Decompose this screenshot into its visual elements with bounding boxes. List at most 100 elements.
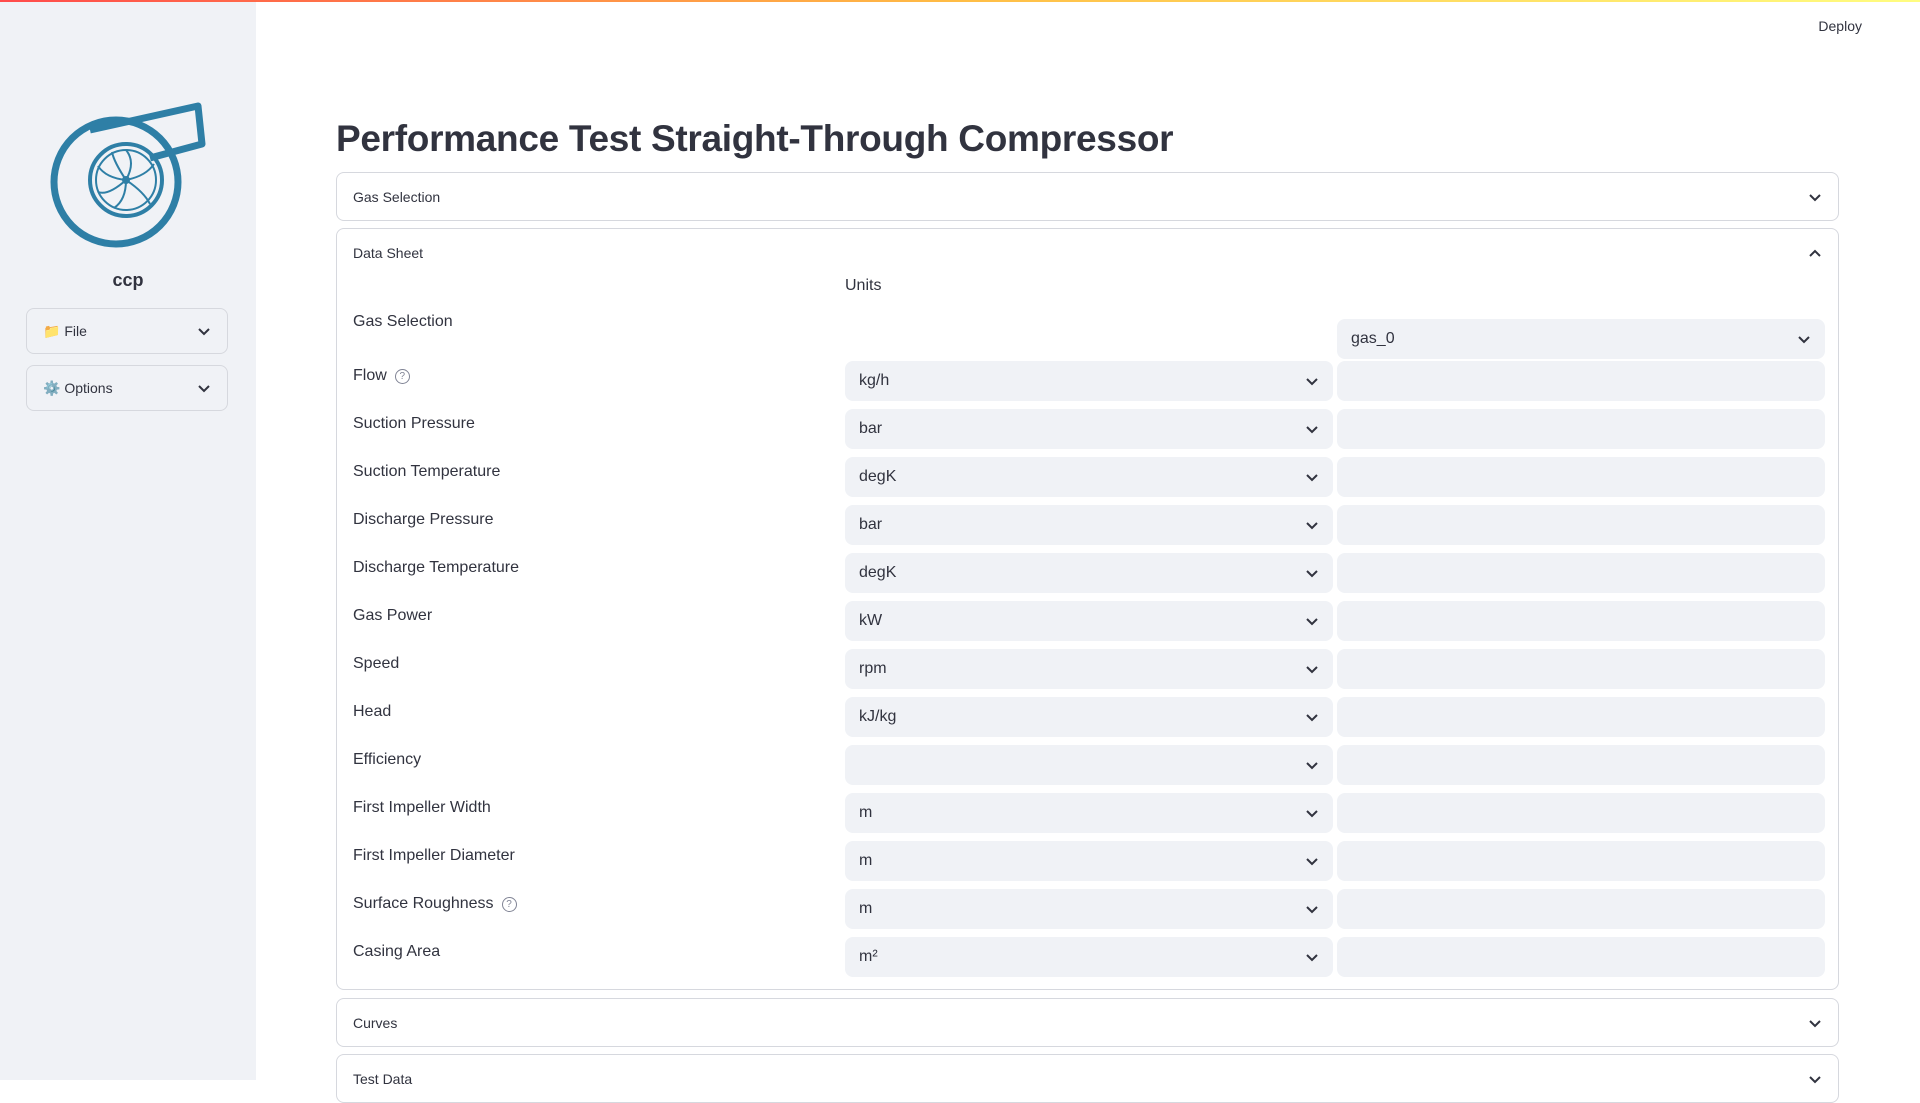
row-label-text: Suction Temperature xyxy=(353,463,501,480)
unit-select[interactable]: m xyxy=(845,889,1333,929)
data-sheet-row: First Impeller Diameter m xyxy=(337,841,1840,883)
value-input[interactable] xyxy=(1337,889,1825,929)
unit-select[interactable]: degK xyxy=(845,457,1333,497)
chevron-down-icon xyxy=(1306,666,1318,674)
row-label: First Impeller Diameter xyxy=(353,847,515,865)
select-value: gas_0 xyxy=(1351,330,1395,347)
sidebar-options-expander[interactable]: ⚙️ Options xyxy=(26,365,228,411)
chevron-down-icon xyxy=(1306,714,1318,722)
row-label: Efficiency xyxy=(353,751,421,769)
value-input[interactable] xyxy=(1337,745,1825,785)
select-value: m xyxy=(859,900,873,917)
value-input[interactable] xyxy=(1337,361,1825,401)
help-icon[interactable]: ? xyxy=(394,368,410,384)
value-input[interactable] xyxy=(1337,601,1825,641)
chevron-down-icon xyxy=(1306,858,1318,866)
chevron-down-icon xyxy=(198,385,210,393)
row-label: Head xyxy=(353,703,391,721)
value-input[interactable] xyxy=(1337,409,1825,449)
unit-select[interactable]: kg/h xyxy=(845,361,1333,401)
unit-select[interactable]: bar xyxy=(845,505,1333,545)
curves-expander: Curves xyxy=(336,998,1839,1047)
app-name: ccp xyxy=(112,270,144,290)
test-data-expander-header[interactable]: Test Data xyxy=(337,1055,1838,1102)
sidebar-file-expander[interactable]: 📁 File xyxy=(26,308,228,354)
chevron-down-icon xyxy=(1306,954,1318,962)
row-label: Discharge Temperature xyxy=(353,559,519,577)
chevron-down-icon xyxy=(1306,474,1318,482)
chevron-down-icon xyxy=(1809,193,1821,201)
data-sheet-row: Suction Pressure bar xyxy=(337,409,1840,451)
unit-select[interactable]: rpm xyxy=(845,649,1333,689)
chevron-down-icon xyxy=(1306,762,1318,770)
data-sheet-row: Discharge Pressure bar xyxy=(337,505,1840,547)
curves-expander-header[interactable]: Curves xyxy=(337,999,1838,1046)
row-label: Casing Area xyxy=(353,943,440,961)
gas-selection-row: Gas Selection gas_0 xyxy=(337,313,1840,359)
row-label-text: First Impeller Diameter xyxy=(353,847,515,864)
chevron-up-icon xyxy=(1809,249,1821,257)
data-sheet-row: Discharge Temperature degK xyxy=(337,553,1840,595)
unit-select[interactable]: degK xyxy=(845,553,1333,593)
data-sheet-expander-header[interactable]: Data Sheet xyxy=(337,229,1838,277)
value-input[interactable] xyxy=(1337,697,1825,737)
value-input[interactable] xyxy=(1337,505,1825,545)
unit-select[interactable]: m xyxy=(845,793,1333,833)
sidebar: ccp 📁 File ⚙️ Options xyxy=(0,0,256,1080)
select-value: bar xyxy=(859,420,883,437)
value-input[interactable] xyxy=(1337,937,1825,977)
row-label-text: Discharge Temperature xyxy=(353,559,520,576)
row-label: Gas Power xyxy=(353,607,432,625)
row-label: Suction Temperature xyxy=(353,463,500,481)
data-sheet-row: Gas Power kW xyxy=(337,601,1840,643)
select-value: degK xyxy=(859,468,897,485)
gas-selection-expander: Gas Selection xyxy=(336,172,1839,221)
data-sheet-row: Head kJ/kg xyxy=(337,697,1840,739)
row-label-text: Gas Selection xyxy=(353,313,453,330)
data-sheet-row: Suction Temperature degK xyxy=(337,457,1840,499)
row-label-text: Surface Roughness xyxy=(353,895,494,912)
chevron-down-icon xyxy=(1809,1019,1821,1027)
row-label-text: Speed xyxy=(353,655,400,672)
select-value: m xyxy=(859,852,873,869)
row-label: Speed xyxy=(353,655,399,673)
unit-select[interactable]: bar xyxy=(845,409,1333,449)
deploy-button[interactable]: Deploy xyxy=(1818,18,1862,34)
chevron-down-icon xyxy=(1306,906,1318,914)
select-value: kg/h xyxy=(859,372,890,389)
value-input[interactable] xyxy=(1337,553,1825,593)
unit-select[interactable]: m xyxy=(845,841,1333,881)
value-input[interactable] xyxy=(1337,649,1825,689)
row-label-text: Efficiency xyxy=(353,751,422,768)
value-input[interactable] xyxy=(1337,841,1825,881)
row-label: Surface Roughness? xyxy=(353,895,517,913)
value-input[interactable] xyxy=(1337,457,1825,497)
select-value: bar xyxy=(859,516,883,533)
gas-select[interactable]: gas_0 xyxy=(1337,319,1825,359)
select-value: m² xyxy=(859,948,878,965)
data-sheet-row: Efficiency xyxy=(337,745,1840,787)
sidebar-item-label: ⚙️ Options xyxy=(43,379,113,396)
chevron-down-icon xyxy=(1809,1075,1821,1083)
help-icon[interactable]: ? xyxy=(501,896,517,912)
unit-select[interactable]: m² xyxy=(845,937,1333,977)
chevron-down-icon xyxy=(1798,336,1810,344)
data-sheet-row: Surface Roughness? m xyxy=(337,889,1840,931)
row-label: First Impeller Width xyxy=(353,799,491,817)
select-value: kJ/kg xyxy=(859,708,897,725)
row-label-text: First Impeller Width xyxy=(353,799,491,816)
unit-select[interactable]: kJ/kg xyxy=(845,697,1333,737)
select-value: rpm xyxy=(859,660,887,677)
unit-select[interactable]: kW xyxy=(845,601,1333,641)
value-input[interactable] xyxy=(1337,793,1825,833)
chevron-down-icon xyxy=(1306,522,1318,530)
expander-label: Curves xyxy=(353,1014,398,1031)
chevron-down-icon xyxy=(1306,378,1318,386)
row-label-text: Suction Pressure xyxy=(353,415,475,432)
row-label: Discharge Pressure xyxy=(353,511,494,529)
data-sheet-row: Speed rpm xyxy=(337,649,1840,691)
row-label: Suction Pressure xyxy=(353,415,475,433)
row-label-text: Gas Power xyxy=(353,607,433,624)
gas-selection-expander-header[interactable]: Gas Selection xyxy=(337,173,1838,220)
unit-select[interactable] xyxy=(845,745,1333,785)
